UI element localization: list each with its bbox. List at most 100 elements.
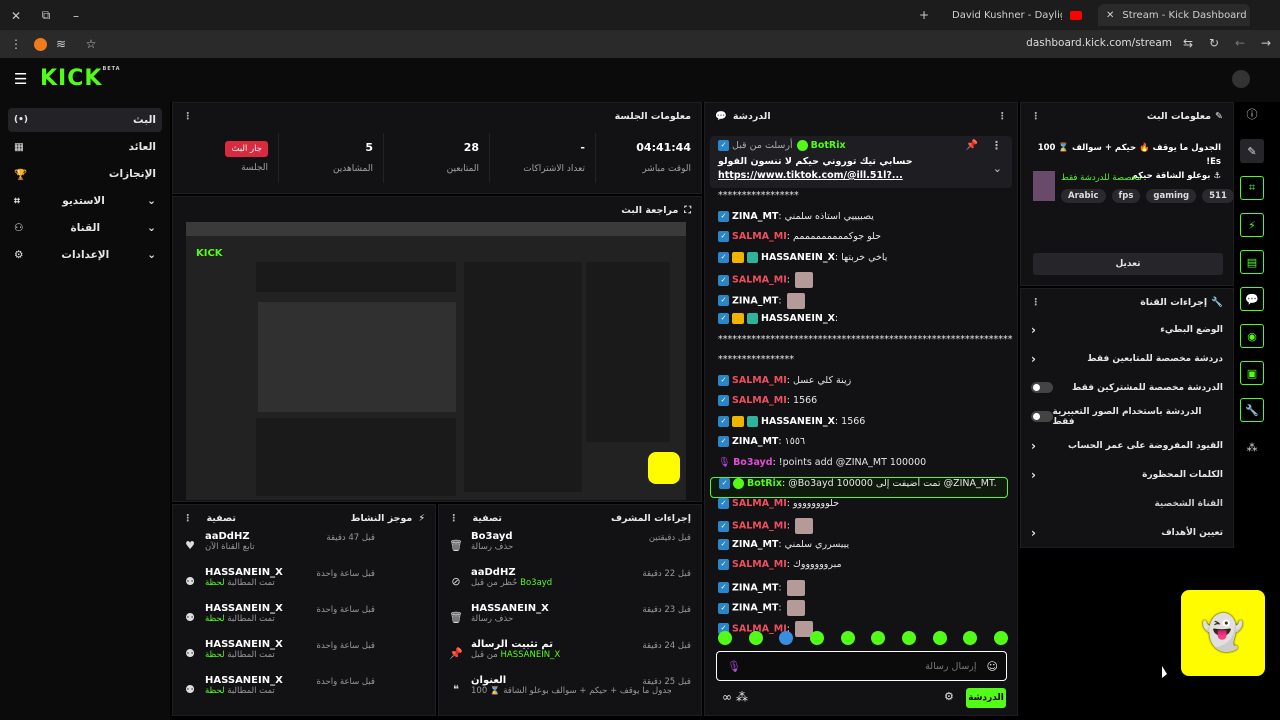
more-options-icon[interactable]: ⋮ — [991, 139, 1002, 152]
chat-user[interactable]: HASSANEIN_X — [761, 252, 835, 263]
subs-only-toggle[interactable] — [1031, 382, 1053, 393]
info-icon[interactable]: ⓘ — [1240, 102, 1264, 126]
close-window-icon[interactable]: ✕ — [6, 9, 26, 23]
tag[interactable]: gaming — [1146, 189, 1197, 203]
emote-icon[interactable] — [963, 631, 978, 645]
chat-user[interactable]: SALMA_MI — [732, 395, 787, 406]
forward-icon[interactable]: ← — [1230, 36, 1250, 50]
emote-icon[interactable] — [993, 631, 1008, 645]
tag[interactable]: fps — [1111, 189, 1141, 203]
menu-dots-icon[interactable]: ⋮ — [6, 37, 26, 51]
more-options-icon[interactable]: ⋮ — [1031, 111, 1041, 122]
sidebar-item-studio[interactable]: ⌗ الاستديو ⌄ — [8, 189, 162, 213]
more-options-icon[interactable]: ⋮ — [998, 111, 1008, 122]
points-icon[interactable]: ⁂ — [736, 690, 748, 704]
chat-user[interactable]: SALMA_MI — [732, 559, 787, 570]
chevron-down-icon[interactable]: ⌄ — [993, 162, 1002, 175]
tab-close-icon[interactable]: ✕ — [1106, 10, 1114, 21]
notes-tool-icon[interactable]: ▤ — [1240, 250, 1264, 274]
chat-user[interactable]: ZINA_MT — [732, 211, 778, 222]
chat-user[interactable]: SALMA_MI — [732, 275, 787, 286]
tag[interactable]: 511 — [1202, 189, 1234, 203]
sidebar-item-achievements[interactable]: 🏆 الإنجازات — [8, 162, 162, 186]
edit-stream-button[interactable]: تعديل — [1033, 253, 1223, 275]
chat-settings-icon[interactable]: ⚙ — [944, 690, 954, 703]
kick-logo[interactable]: KICKBETA — [40, 66, 121, 91]
mod-filter[interactable]: تصفية — [473, 513, 502, 524]
broadcast-tool-icon[interactable]: ◉ — [1240, 324, 1264, 348]
emote-icon[interactable] — [901, 631, 916, 645]
avatar[interactable] — [1232, 70, 1250, 88]
channel-action-account-age[interactable]: › القيود المفروضة على عمر الحساب — [1021, 431, 1233, 460]
category-name[interactable]: مخصصة للدردشة فقط — [1061, 173, 1142, 183]
studio-tool-icon[interactable]: ⌗ — [1240, 176, 1264, 200]
channel-action-banned-words[interactable]: › الكلمات المحظورة — [1021, 460, 1233, 489]
emote-icon[interactable] — [932, 631, 947, 645]
chat-user[interactable]: SALMA_MI — [732, 231, 787, 242]
channel-action-emotes-only[interactable]: الدردشة باستخدام الصور التعبيرية فقط — [1021, 402, 1233, 431]
infinity-icon[interactable]: ∞ — [722, 690, 732, 704]
sidebar-item-stream[interactable]: (•) البث — [8, 108, 162, 132]
wrench-tool-icon[interactable]: 🔧 — [1240, 398, 1264, 422]
sidebar-item-channel[interactable]: ⚇ القناة ⌄ — [8, 216, 162, 240]
chat-user[interactable]: HASSANEIN_X — [761, 313, 835, 324]
more-options-icon[interactable]: ⋮ — [1031, 297, 1041, 308]
activity-filter[interactable]: تصفية — [207, 513, 236, 524]
chat-user[interactable]: ZINA_MT — [732, 295, 778, 306]
emoji-icon[interactable]: ☺ — [987, 660, 998, 673]
chat-user[interactable]: Bo3ayd — [733, 457, 773, 468]
tab-kick-dashboard[interactable]: ✕ Stream - Kick Dashboard — [1098, 4, 1250, 26]
stream-preview-video[interactable]: KICK — [186, 222, 686, 500]
site-settings-icon[interactable]: ⇆ — [1178, 36, 1198, 50]
reader-icon[interactable]: ≋ — [51, 37, 71, 51]
emote-icon[interactable] — [840, 631, 855, 645]
tab-music[interactable]: David Kushner - Daylight (Lyric — [944, 4, 1094, 26]
chat-user[interactable]: HASSANEIN_X — [761, 416, 835, 427]
sidebar-item-settings[interactable]: ⚙ الإعدادات ⌄ — [8, 243, 162, 267]
channel-action-personal[interactable]: القناة الشخصية — [1021, 489, 1233, 518]
microphone-icon[interactable]: 🎙 — [727, 660, 741, 673]
bookmark-star-icon[interactable]: ☆ — [81, 37, 101, 51]
channel-action-subs-only[interactable]: الدردشة مخصصة للمشتركين فقط — [1021, 373, 1233, 402]
chat-user[interactable]: SALMA_MI — [732, 375, 787, 386]
extension-icon[interactable] — [34, 37, 47, 51]
sidebar-item-revenue[interactable]: ▦ العائد — [8, 135, 162, 159]
chat-user[interactable]: ZINA_MT — [732, 539, 778, 550]
chat-user[interactable]: SALMA_MI — [732, 498, 787, 509]
chat-user[interactable]: ZINA_MT — [732, 436, 778, 447]
reload-icon[interactable]: ↻ — [1204, 36, 1224, 50]
chat-user[interactable]: BotRix — [747, 478, 782, 489]
pin-icon[interactable]: 📌 — [966, 140, 978, 151]
emote-icon[interactable] — [748, 631, 763, 645]
emote-icon[interactable] — [871, 631, 886, 645]
emote-icon[interactable] — [779, 631, 794, 645]
pinned-link[interactable]: https://www.tiktok.com/@ill.51l?... — [718, 170, 903, 181]
send-chat-button[interactable]: الدردشة — [966, 688, 1006, 708]
chat-tool-icon[interactable]: 💬 — [1240, 287, 1264, 311]
tag[interactable]: Arabic — [1061, 189, 1106, 203]
more-options-icon[interactable]: ⋮ — [183, 111, 193, 122]
more-options-icon[interactable]: ⋮ — [183, 513, 193, 524]
chat-user[interactable]: SALMA_MI — [732, 521, 787, 532]
lightning-tool-icon[interactable]: ⚡ — [1240, 213, 1264, 237]
edit-icon[interactable]: ✎ — [1240, 139, 1264, 163]
hamburger-menu-icon[interactable]: ☰ — [14, 70, 27, 88]
restore-window-icon[interactable]: ⧉ — [36, 8, 56, 23]
chat-input[interactable]: 🎙 إرسال رسالة ☺ — [716, 651, 1007, 681]
url-text[interactable]: dashboard.kick.com/stream — [1026, 37, 1172, 49]
emote-icon[interactable] — [809, 631, 824, 645]
points-tool-icon[interactable]: ⁂ — [1240, 435, 1264, 459]
more-options-icon[interactable]: ⋮ — [449, 513, 459, 524]
channel-action-slow-mode[interactable]: › الوضع البطيء — [1021, 315, 1233, 344]
chat-user[interactable]: ZINA_MT — [732, 603, 778, 614]
emote-icon[interactable] — [718, 631, 732, 645]
channel-action-goals[interactable]: › تعيين الأهداف — [1021, 518, 1233, 547]
minimize-window-icon[interactable]: – — [66, 9, 86, 23]
back-icon[interactable]: → — [1256, 36, 1276, 50]
emotes-only-toggle[interactable] — [1031, 411, 1053, 422]
layout-tool-icon[interactable]: ▣ — [1240, 361, 1264, 385]
chat-user[interactable]: ZINA_MT — [732, 582, 778, 593]
list-item: 🗑 HASSANEIN_X حذف رسالة قبل 23 دقيقة — [439, 603, 701, 639]
channel-action-followers-only[interactable]: › دردشة مخصصة للمتابعين فقط — [1021, 344, 1233, 373]
new-tab-icon[interactable]: + — [914, 8, 934, 22]
